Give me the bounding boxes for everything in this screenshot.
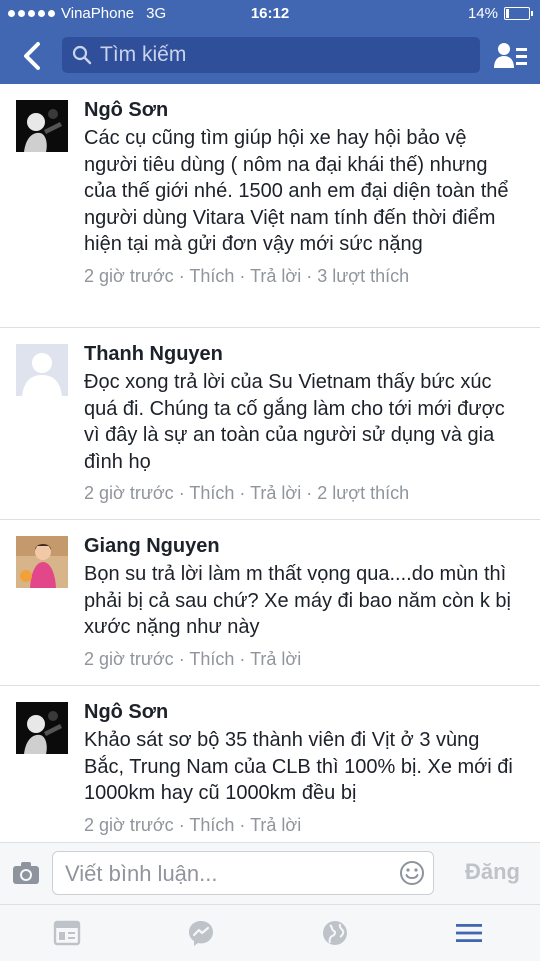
camera-button[interactable] — [12, 861, 40, 890]
comment-author[interactable]: Thanh Nguyen — [84, 341, 524, 367]
emoji-button[interactable] — [399, 860, 425, 891]
tab-notifications[interactable] — [321, 919, 351, 949]
battery-icon — [504, 7, 533, 20]
divider — [0, 685, 540, 686]
comment-text: Đọc xong trả lời của Su Vietnam thấy bức… — [84, 371, 505, 473]
comment-meta: 2 giờ trước · Thích · Trả lời — [84, 814, 302, 835]
like-button[interactable]: Thích — [189, 266, 234, 286]
comment-meta: 2 giờ trước · Thích · Trả lời — [84, 648, 302, 669]
back-button[interactable] — [14, 38, 50, 74]
status-bar: VinaPhone 3G 16:12 14% — [0, 0, 540, 28]
reply-button[interactable]: Trả lời — [250, 649, 301, 669]
comment-author[interactable]: Ngô Sơn — [84, 97, 524, 123]
menu-icon — [456, 924, 482, 942]
news-feed-icon — [53, 920, 81, 946]
avatar[interactable] — [16, 100, 68, 152]
divider — [0, 519, 540, 520]
search-icon — [72, 45, 92, 65]
comment-input[interactable]: Viết bình luận... — [52, 851, 434, 895]
comment-time: 2 giờ trước — [84, 648, 174, 669]
like-count[interactable]: 3 lượt thích — [317, 266, 409, 286]
comment-author[interactable]: Ngô Sơn — [84, 699, 524, 725]
friend-list-button[interactable] — [494, 40, 528, 72]
comment-text: Khảo sát sơ bộ 35 thành viên đi Vịt ở 3 … — [84, 729, 513, 804]
globe-icon — [323, 921, 347, 945]
comment-text: Các cụ cũng tìm giúp hội xe hay hội bảo … — [84, 127, 509, 255]
app-header: VinaPhone 3G 16:12 14% Tìm kiếm — [0, 0, 540, 84]
comment-meta: 2 giờ trước · Thích · Trả lời · 2 lượt t… — [84, 483, 410, 503]
nav-bar: Tìm kiếm — [0, 28, 540, 84]
search-placeholder: Tìm kiếm — [100, 43, 187, 66]
avatar[interactable] — [16, 536, 68, 588]
comment-author[interactable]: Giang Nguyen — [84, 533, 524, 559]
like-count[interactable]: 2 lượt thích — [317, 483, 409, 503]
comment-text: Bọn su trả lời làm m thất vọng qua....do… — [84, 563, 511, 638]
comment-input-placeholder: Viết bình luận... — [65, 861, 218, 886]
battery-percent: 14% — [467, 5, 498, 22]
like-button[interactable]: Thích — [189, 815, 234, 835]
messenger-icon — [189, 921, 213, 946]
smiley-icon — [400, 861, 424, 885]
comment-time: 2 giờ trước — [84, 814, 174, 835]
divider — [0, 327, 540, 328]
reply-button[interactable]: Trả lời — [250, 266, 301, 286]
avatar[interactable] — [16, 344, 68, 396]
reply-button[interactable]: Trả lời — [250, 815, 301, 835]
reply-button[interactable]: Trả lời — [250, 483, 301, 503]
tab-menu[interactable] — [455, 919, 485, 949]
avatar[interactable] — [16, 702, 68, 754]
like-button[interactable]: Thích — [189, 649, 234, 669]
comment-composer: Viết bình luận... Đăng — [0, 842, 540, 905]
post-button[interactable]: Đăng — [465, 859, 520, 885]
tab-news-feed[interactable] — [53, 919, 83, 949]
status-time: 16:12 — [250, 5, 290, 22]
camera-icon — [13, 862, 39, 884]
search-bar[interactable]: Tìm kiếm — [62, 37, 480, 73]
comment-time: 2 giờ trước — [84, 483, 174, 503]
comment-time: 2 giờ trước — [84, 265, 174, 286]
tab-messenger[interactable] — [187, 919, 217, 949]
friend-list-icon — [494, 43, 527, 68]
comment-meta: 2 giờ trước · Thích · Trả lời · 3 lượt t… — [84, 265, 410, 286]
chevron-left-icon — [24, 42, 40, 70]
like-button[interactable]: Thích — [189, 483, 234, 503]
tab-bar — [0, 904, 540, 961]
